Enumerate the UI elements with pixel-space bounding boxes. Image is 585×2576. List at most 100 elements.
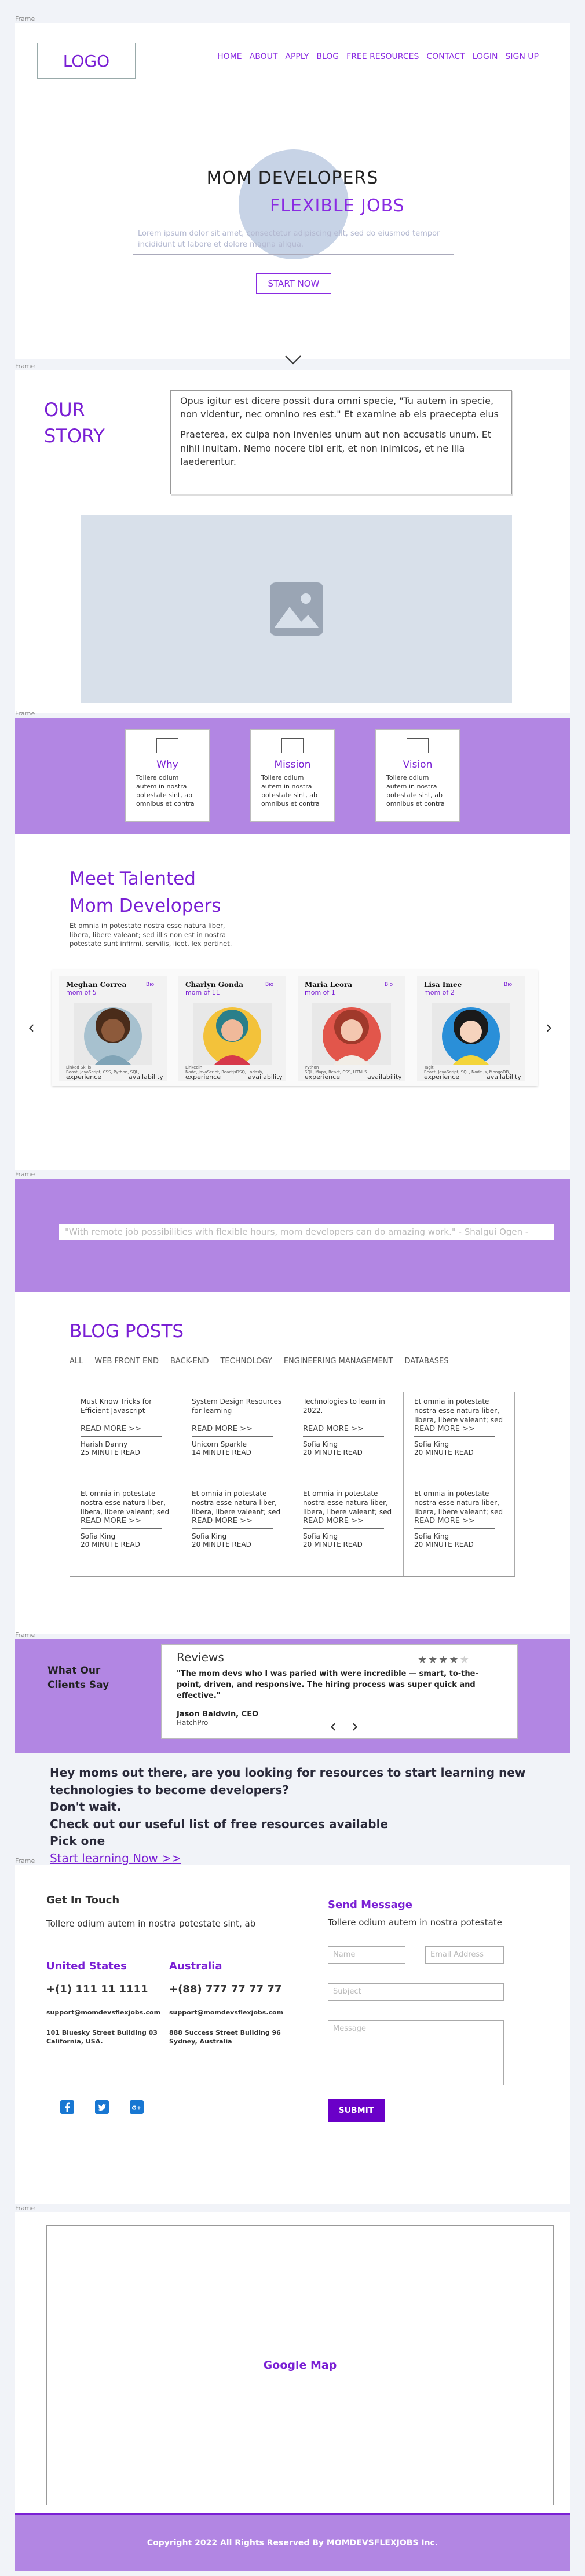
nav-blog[interactable]: BLOG	[316, 52, 339, 61]
contact-text: Tollere odium autem in nostra potestate …	[46, 1918, 256, 1929]
category-databases[interactable]: DATABASES	[405, 1357, 449, 1366]
developer-bio-link[interactable]: Bio	[265, 982, 273, 988]
blog-post: Et omnia in potestate nostra esse natura…	[404, 1484, 515, 1576]
start-now-button[interactable]: START NOW	[256, 273, 331, 294]
developer-mom-of: mom of 5	[66, 989, 97, 996]
divider	[192, 1528, 273, 1529]
rating-stars: ★★★★★	[418, 1654, 470, 1666]
star-filled-icon: ★	[438, 1654, 449, 1666]
divider	[192, 1436, 273, 1437]
star-empty-icon: ★	[459, 1654, 470, 1666]
blog-categories: ALL WEB FRONT END BACK-END TECHNOLOGY EN…	[70, 1357, 449, 1366]
read-more-link[interactable]: READ MORE >>	[414, 1517, 509, 1525]
developer-mom-of: mom of 2	[424, 989, 455, 996]
nav-home[interactable]: HOME	[217, 52, 242, 61]
read-more-link[interactable]: READ MORE >>	[81, 1517, 175, 1525]
hero-subtitle: FLEXIBLE JOBS	[270, 196, 405, 216]
nav-apply[interactable]: APPLY	[285, 52, 309, 61]
post-author: Unicorn Sparkle	[192, 1440, 247, 1448]
submit-button[interactable]: SUBMIT	[328, 2099, 385, 2122]
post-author: Harish Danny	[81, 1440, 128, 1448]
office-address: 888 Success Street Building 96 Sydney, Au…	[169, 2029, 281, 2046]
chevron-down-icon[interactable]	[284, 354, 302, 366]
category-back-end[interactable]: BACK-END	[170, 1357, 209, 1366]
office-email[interactable]: support@momdevsflexjobs.com	[46, 2009, 160, 2016]
star-filled-icon: ★	[449, 1654, 460, 1666]
developer-bio-link[interactable]: Bio	[504, 982, 512, 988]
carousel-prev-icon[interactable]: ‹	[28, 1018, 35, 1038]
read-more-link[interactable]: READ MORE >>	[81, 1425, 175, 1433]
experience-label: experience	[424, 1073, 459, 1081]
nav-free-resources[interactable]: FREE RESOURCES	[346, 52, 419, 61]
category-all[interactable]: ALL	[70, 1357, 83, 1366]
developer-card[interactable]: Maria Leora Bio mom of 1 Python SQL, Maps…	[298, 976, 405, 1081]
facebook-icon[interactable]	[59, 2099, 75, 2115]
send-message-subtitle: Tollere odium autem in nostra potestate	[328, 1917, 502, 1928]
value-title: Vision	[403, 759, 433, 770]
category-engineering-management[interactable]: ENGINEERING MANAGEMENT	[284, 1357, 393, 1366]
story-image	[81, 515, 512, 703]
logo[interactable]: LOGO	[37, 43, 136, 79]
developer-card[interactable]: Lisa Imee Bio mom of 2 Tagit React, JavaS…	[417, 976, 525, 1081]
story-frame: OUR STORY Opus igitur est dicere possit …	[15, 370, 570, 713]
post-author: Sofia King	[303, 1532, 338, 1540]
cta-line: Pick one	[50, 1834, 105, 1848]
read-more-link[interactable]: READ MORE >>	[303, 1425, 397, 1433]
post-author: Sofia King	[303, 1440, 338, 1448]
meet-frame: Meet Talented Mom Developers Et omnia in…	[15, 834, 570, 1170]
availability-label: availability	[248, 1073, 283, 1081]
post-title: Must Know Tricks for Efficient Javascrip…	[81, 1397, 152, 1415]
divider	[414, 1528, 495, 1529]
post-title: Et omnia in potestate nostra esse natura…	[414, 1489, 503, 1517]
availability-label: availability	[487, 1073, 521, 1081]
google-plus-icon[interactable]: G+	[129, 2099, 145, 2115]
review-next-icon[interactable]: ›	[352, 1716, 359, 1737]
developer-bio-link[interactable]: Bio	[385, 982, 393, 988]
frame-label: Frame	[15, 710, 35, 717]
developer-card[interactable]: Meghan Correa Bio mom of 5 Linked Skills…	[59, 976, 167, 1081]
frame-label: Frame	[15, 362, 35, 370]
name-field[interactable]: Name	[328, 1946, 405, 1964]
read-more-link[interactable]: READ MORE >>	[192, 1517, 286, 1525]
blog-post: Et omnia in potestate nostra esse natura…	[292, 1484, 404, 1576]
subject-field[interactable]: Subject	[328, 1983, 504, 2001]
developer-avatar	[72, 1003, 154, 1065]
nav-signup[interactable]: SIGN UP	[506, 52, 539, 61]
review-prev-icon[interactable]: ‹	[330, 1716, 337, 1737]
frame-label: Frame	[15, 2204, 35, 2212]
start-learning-link[interactable]: Start learning Now >>	[50, 1851, 181, 1865]
testimonials-heading: What Our Clients Say	[47, 1664, 109, 1692]
category-technology[interactable]: TECHNOLOGY	[220, 1357, 272, 1366]
read-more-link[interactable]: READ MORE >>	[192, 1425, 286, 1433]
value-title: Mission	[274, 759, 311, 770]
post-read-time: 20 MINUTE READ	[303, 1540, 363, 1548]
nav-contact[interactable]: CONTACT	[426, 52, 465, 61]
developer-name: Charlyn Gonda	[185, 981, 243, 989]
developer-bio-link[interactable]: Bio	[146, 982, 154, 988]
cta-line: Check out our useful list of free resour…	[50, 1817, 389, 1831]
message-field[interactable]: Message	[328, 2020, 504, 2085]
read-more-link[interactable]: READ MORE >>	[414, 1425, 509, 1433]
story-title-line2: STORY	[44, 424, 105, 447]
nav-about[interactable]: ABOUT	[250, 52, 278, 61]
post-read-time: 20 MINUTE READ	[414, 1540, 474, 1548]
post-read-time: 25 MINUTE READ	[81, 1448, 140, 1456]
carousel-next-icon[interactable]: ›	[546, 1018, 553, 1038]
values-frame: Why Tollere odium autem in nostra potest…	[15, 718, 570, 834]
post-author: Sofia King	[414, 1440, 449, 1448]
developer-name: Meghan Correa	[66, 981, 127, 989]
google-map[interactable]: Google Map	[46, 2225, 554, 2505]
checkbox-icon	[156, 738, 178, 753]
checkbox-icon	[407, 738, 429, 753]
email-field[interactable]: Email Address	[425, 1946, 504, 1964]
post-read-time: 14 MINUTE READ	[192, 1448, 251, 1456]
read-more-link[interactable]: READ MORE >>	[303, 1517, 397, 1525]
office-email[interactable]: support@momdevsflexjobs.com	[169, 2009, 283, 2016]
office-address: 101 Bluesky Street Building 03 California…	[46, 2029, 158, 2046]
category-web-front-end[interactable]: WEB FRONT END	[94, 1357, 159, 1366]
twitter-icon[interactable]	[94, 2099, 110, 2115]
value-text: Tollere odium autem in nostra potestate …	[261, 774, 320, 808]
developer-card[interactable]: Charlyn Gonda Bio mom of 11 Linkedin Node…	[178, 976, 286, 1081]
value-text: Tollere odium autem in nostra potestate …	[136, 774, 195, 808]
nav-login[interactable]: LOGIN	[473, 52, 498, 61]
